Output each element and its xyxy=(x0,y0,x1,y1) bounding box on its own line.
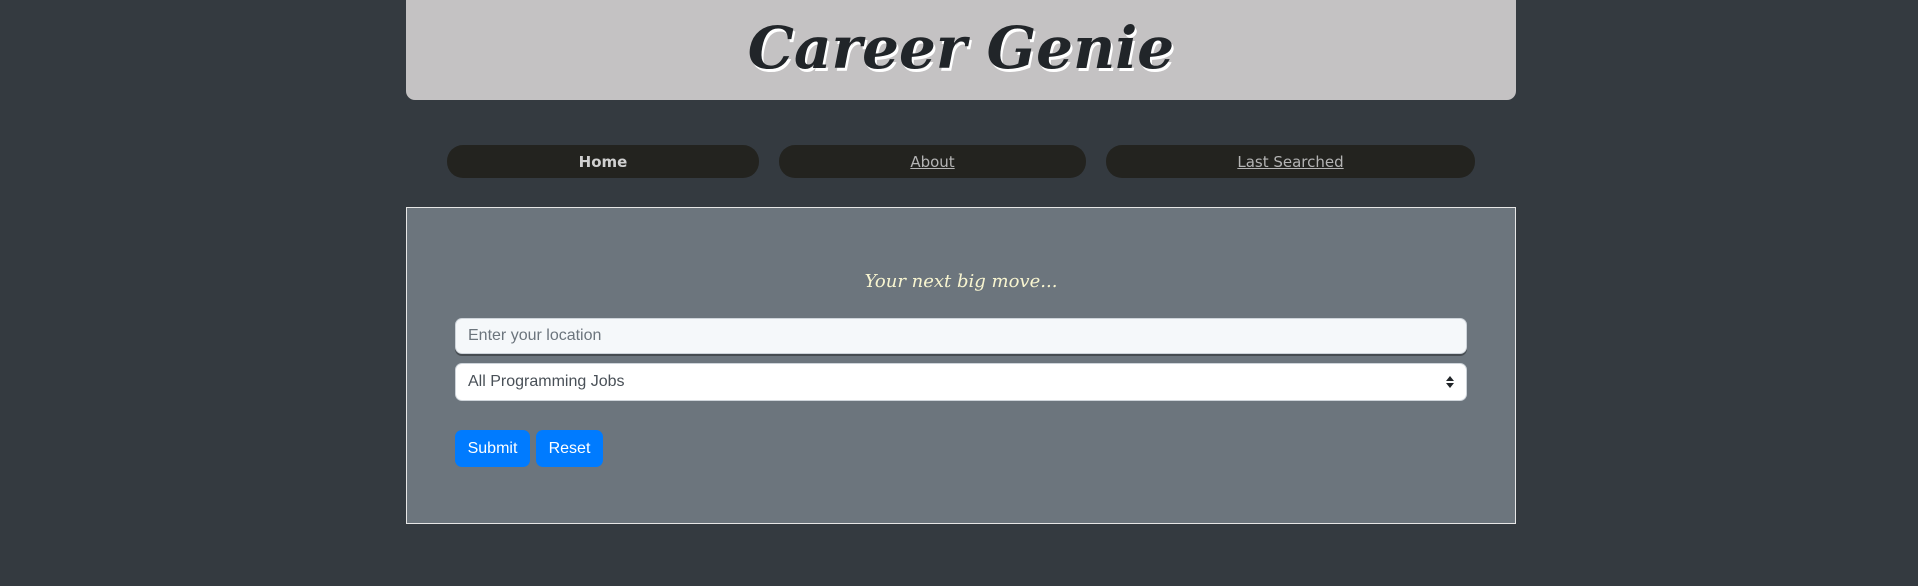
site-title: Career Genie xyxy=(747,14,1175,82)
job-type-select[interactable]: All Programming Jobs xyxy=(455,363,1467,401)
nav-item-home[interactable]: Home xyxy=(447,145,759,178)
nav-item-label: Home xyxy=(578,152,628,171)
site-header: Career Genie xyxy=(406,0,1516,100)
nav-item-about[interactable]: About xyxy=(779,145,1086,178)
select-arrows-icon xyxy=(1446,376,1454,388)
reset-button[interactable]: Reset xyxy=(536,430,603,467)
nav-item-label: About xyxy=(910,152,955,171)
job-type-selected-value: All Programming Jobs xyxy=(468,373,625,390)
main-nav: Home About Last Searched xyxy=(0,145,1918,178)
search-panel: Your next big move... All Programming Jo… xyxy=(406,207,1516,524)
nav-item-label: Last Searched xyxy=(1237,152,1344,171)
search-tagline: Your next big move... xyxy=(864,271,1058,292)
submit-button[interactable]: Submit xyxy=(455,430,530,467)
location-input[interactable] xyxy=(455,318,1467,354)
nav-item-last-searched[interactable]: Last Searched xyxy=(1106,145,1475,178)
